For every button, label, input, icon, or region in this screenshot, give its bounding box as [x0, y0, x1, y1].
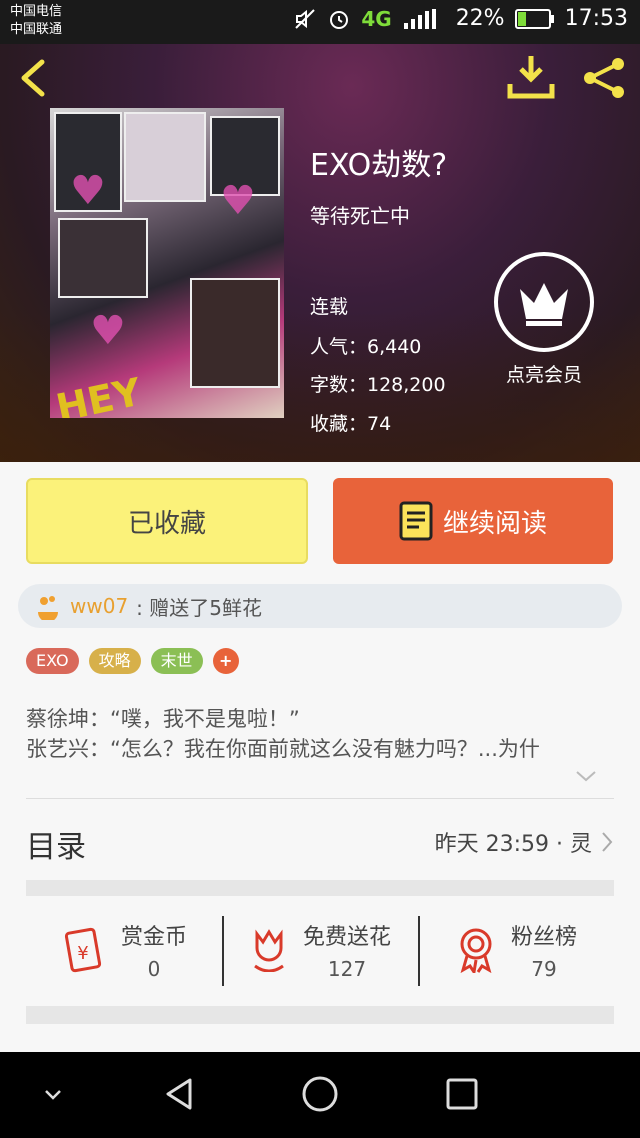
clock: 17:53	[564, 6, 628, 31]
book-description[interactable]: 蔡徐坤：“噗，我不是鬼啦！” 张艺兴：“怎么？我在你面前就这么没有魅力吗？...…	[26, 704, 614, 764]
red-envelope-icon: ¥	[64, 927, 102, 973]
battery-icon	[514, 8, 554, 29]
chevron-down-icon[interactable]	[40, 1082, 66, 1108]
cover-text: HEY	[52, 369, 145, 418]
cover-photo	[58, 218, 148, 298]
book-word-count: 字数：128,200	[310, 374, 446, 396]
favorited-label: 已收藏	[127, 508, 206, 539]
book-status: 连载	[310, 296, 349, 318]
book-cover[interactable]: ♥ ♥ ♥ HEY	[50, 108, 284, 418]
continue-reading-label: 继续阅读	[442, 508, 547, 539]
fan-ranking-button[interactable]: 粉丝榜 79	[418, 900, 614, 1000]
mute-icon	[295, 8, 316, 29]
gift-notification[interactable]: ww07 : 赠送了5鲜花	[18, 584, 622, 628]
system-nav-bar	[0, 1052, 640, 1138]
flower-icon	[38, 596, 58, 620]
status-bar: 中国电信 中国联通 4G 22% 17:53	[0, 0, 640, 44]
medal-icon	[460, 928, 492, 973]
vip-button[interactable]: 点亮会员	[492, 252, 596, 392]
book-author[interactable]: 等待死亡中	[310, 200, 410, 229]
heart-icon: ♥	[220, 178, 256, 224]
tag-strategy[interactable]: 攻略	[88, 648, 141, 674]
cover-photo	[124, 112, 206, 202]
toc-latest-update: 昨天 23:59 · 灵	[435, 826, 614, 858]
book-title: EXO劫数?	[310, 148, 448, 183]
table-of-contents-row[interactable]: 目录 昨天 23:59 · 灵	[26, 818, 614, 868]
gift-message: : 赠送了5鲜花	[136, 595, 262, 620]
stat-value: 127	[327, 957, 367, 981]
stat-value: 79	[531, 957, 557, 981]
carrier-info: 中国电信 中国联通	[10, 3, 62, 39]
section-separator	[26, 880, 614, 896]
carrier-1: 中国电信	[10, 4, 63, 19]
status-icons: 4G 22% 17:53	[293, 6, 628, 31]
signal-icon	[403, 8, 436, 29]
cover-photo	[190, 278, 280, 388]
tag-apocalypse[interactable]: 末世	[150, 648, 203, 674]
back-button[interactable]	[16, 56, 50, 100]
divider	[26, 798, 614, 799]
stat-label: 赏金币	[120, 925, 187, 950]
add-tag-button[interactable]: +	[212, 648, 239, 674]
vip-label: 点亮会员	[505, 364, 582, 386]
heart-icon: ♥	[90, 308, 126, 354]
stat-label: 粉丝榜	[510, 925, 577, 950]
alarm-icon	[330, 10, 349, 29]
recents-square-icon[interactable]	[444, 1076, 480, 1112]
book-popularity: 人气：6,440	[310, 336, 422, 358]
stats-row: ¥ 赏金币 0 免费送花 127 粉丝榜 79	[26, 900, 614, 1000]
toc-update-text: 昨天 23:59 · 灵	[434, 832, 592, 857]
stat-label: 免费送花	[302, 925, 391, 950]
flower-icon	[254, 929, 284, 972]
section-separator	[26, 1006, 614, 1024]
continue-reading-button[interactable]: 继续阅读	[333, 478, 613, 564]
tag-exo[interactable]: EXO	[26, 648, 79, 674]
toc-label: 目录	[26, 830, 86, 865]
chevron-right-icon	[602, 832, 613, 852]
favorited-button[interactable]: 已收藏	[26, 478, 308, 564]
back-triangle-icon[interactable]	[160, 1074, 200, 1114]
heart-icon: ♥	[70, 168, 106, 214]
gift-user[interactable]: ww07	[70, 594, 128, 618]
chevron-left-icon	[21, 59, 45, 97]
battery-percent: 22%	[455, 6, 505, 31]
download-button[interactable]	[506, 52, 556, 102]
carrier-2: 中国联通	[10, 22, 63, 37]
share-button[interactable]	[580, 56, 630, 100]
stat-value: 0	[147, 957, 161, 981]
tag-list: EXO 攻略 末世 +	[26, 648, 239, 674]
description-line-1: 蔡徐坤：“噗，我不是鬼啦！”	[26, 707, 300, 731]
book-icon	[399, 501, 433, 541]
vip-badge	[494, 252, 594, 352]
crown-icon	[520, 283, 568, 326]
share-icon	[584, 58, 624, 98]
description-line-2: 张艺兴：“怎么？我在你面前就这么没有魅力吗？...为什	[26, 737, 540, 761]
reward-coins-button[interactable]: ¥ 赏金币 0	[26, 900, 222, 1000]
svg-text:¥: ¥	[77, 943, 88, 964]
network-type: 4G	[361, 6, 392, 31]
download-icon	[507, 56, 555, 99]
home-circle-icon[interactable]	[300, 1074, 340, 1114]
chevron-down-icon[interactable]	[574, 768, 598, 784]
book-favorites: 收藏：74	[310, 413, 392, 435]
free-flower-button[interactable]: 免费送花 127	[222, 900, 418, 1000]
